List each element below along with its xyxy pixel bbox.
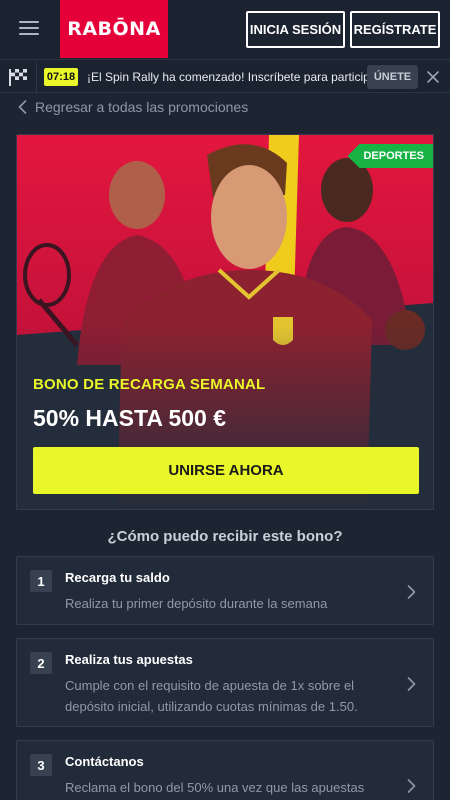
notification-bar: 07:18 ¡El Spin Rally ha comenzado! Inscr… [0,61,450,93]
sports-category-badge: DEPORTES [347,144,433,168]
back-link-label: Regresar a todas las promociones [35,99,249,115]
notification-text[interactable]: ¡El Spin Rally ha comenzado! Inscríbete … [87,70,380,84]
step-item[interactable]: 1 Recarga tu saldo Realiza tu primer dep… [16,556,434,625]
step-title: Realiza tus apuestas [65,652,193,667]
promo-subtitle: BONO DE RECARGA SEMANAL [33,376,266,393]
step-description: Reclama el bono del 50% una vez que las … [65,780,365,795]
logo-text: RABŌNA [67,18,161,40]
step-item[interactable]: 2 Realiza tus apuestas Cumple con el req… [16,638,434,727]
promo-title: 50% HASTA 500 € [33,405,227,431]
step-number: 1 [30,570,52,592]
rabona-logo[interactable]: RABŌNA [60,0,168,58]
step-item[interactable]: 3 Contáctanos Reclama el bono del 50% un… [16,740,434,800]
join-now-button[interactable]: UNIRSE AHORA [33,447,419,494]
hamburger-menu-icon[interactable] [19,21,39,39]
step-description: Realiza tu primer depósito durante la se… [65,596,328,611]
login-button[interactable]: INICIA SESIÓN [246,11,345,48]
chevron-right-icon [407,677,416,691]
back-to-promotions-link[interactable]: Regresar a todas las promociones [18,97,248,117]
close-icon[interactable] [426,70,440,84]
countdown-timer: 07:18 [44,68,78,86]
step-number: 3 [30,754,52,776]
register-button[interactable]: REGÍSTRATE [350,11,440,48]
how-to-title: ¿Cómo puedo recibir este bono? [107,528,343,545]
chevron-left-icon [18,100,27,114]
step-description: Cumple con el requisito de apuesta de 1x… [65,678,358,714]
step-title: Contáctanos [65,754,144,769]
checkered-flag-icon [9,69,27,86]
step-title: Recarga tu saldo [65,570,170,585]
step-number: 2 [30,652,52,674]
chevron-right-icon [407,585,416,599]
chevron-right-icon [407,779,416,793]
top-header: RABŌNA INICIA SESIÓN REGÍSTRATE [0,0,450,60]
divider [36,61,37,93]
join-button[interactable]: ÚNETE [367,65,418,89]
promo-card: DEPORTES BONO DE RECARGA SEMANAL 50% HAS… [16,134,434,510]
